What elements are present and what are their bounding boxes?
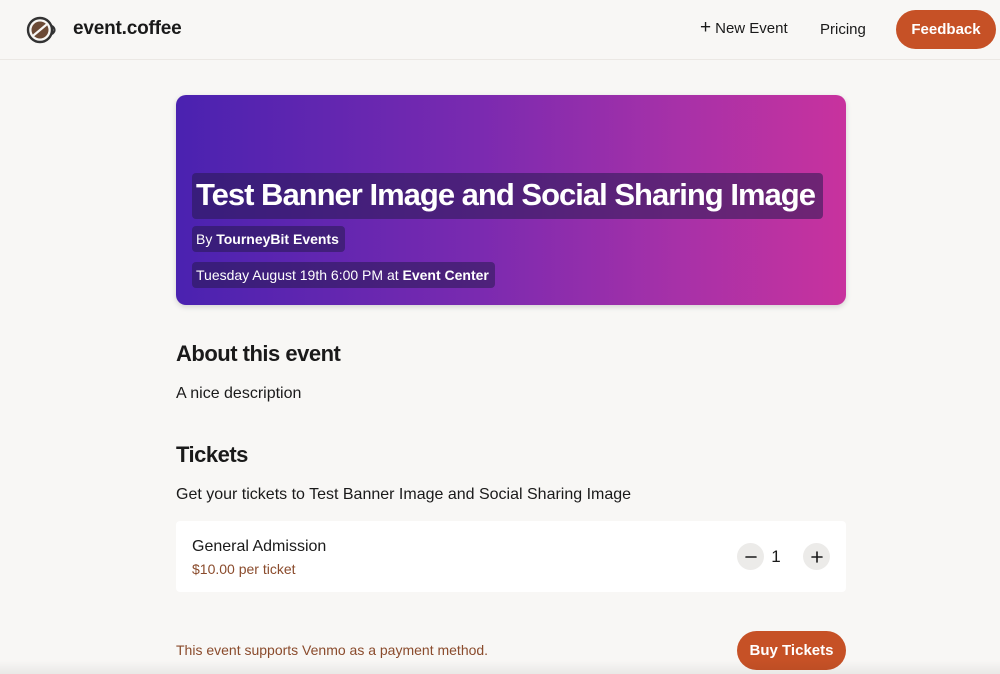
ticket-price: $10.00 per ticket [192,561,296,577]
plus-icon [810,550,823,563]
top-nav-bar: event.coffee + New Event Pricing Feedbac… [0,0,1000,60]
payment-method-note: This event supports Venmo as a payment m… [176,642,489,658]
coffee-cup-logo-icon[interactable] [26,14,58,46]
event-banner: Test Banner Image and Social Sharing Ima… [176,95,846,305]
ticket-card: General Admission $10.00 per ticket 1 [176,521,846,592]
by-prefix: By [196,231,213,247]
new-event-link[interactable]: + New Event [700,17,788,38]
decrement-quantity-button[interactable] [737,543,764,570]
pricing-link[interactable]: Pricing [820,21,866,38]
minus-icon [744,555,757,558]
about-description: A nice description [176,385,302,402]
tickets-heading: Tickets [176,442,248,467]
event-title: Test Banner Image and Social Sharing Ima… [192,173,823,219]
about-heading: About this event [176,341,341,366]
quantity-value: 1 [771,547,781,566]
organizer-name: TourneyBit Events [216,231,339,247]
new-event-label: New Event [715,20,788,37]
event-datetime: Tuesday August 19th 6:00 PM [196,267,384,283]
brand-name[interactable]: event.coffee [73,18,182,40]
plus-icon: + [700,17,712,38]
event-datetime-line: Tuesday August 19th 6:00 PM at Event Cen… [192,262,495,288]
at-word: at [386,267,399,283]
bottom-shadow [0,660,1000,674]
event-venue: Event Center [402,267,489,283]
increment-quantity-button[interactable] [803,543,830,570]
feedback-button[interactable]: Feedback [896,10,996,49]
buy-tickets-button[interactable]: Buy Tickets [737,631,846,670]
tickets-subtitle: Get your tickets to Test Banner Image an… [176,486,632,503]
ticket-name: General Admission [192,538,327,555]
event-organizer-line: By TourneyBit Events [192,226,345,252]
